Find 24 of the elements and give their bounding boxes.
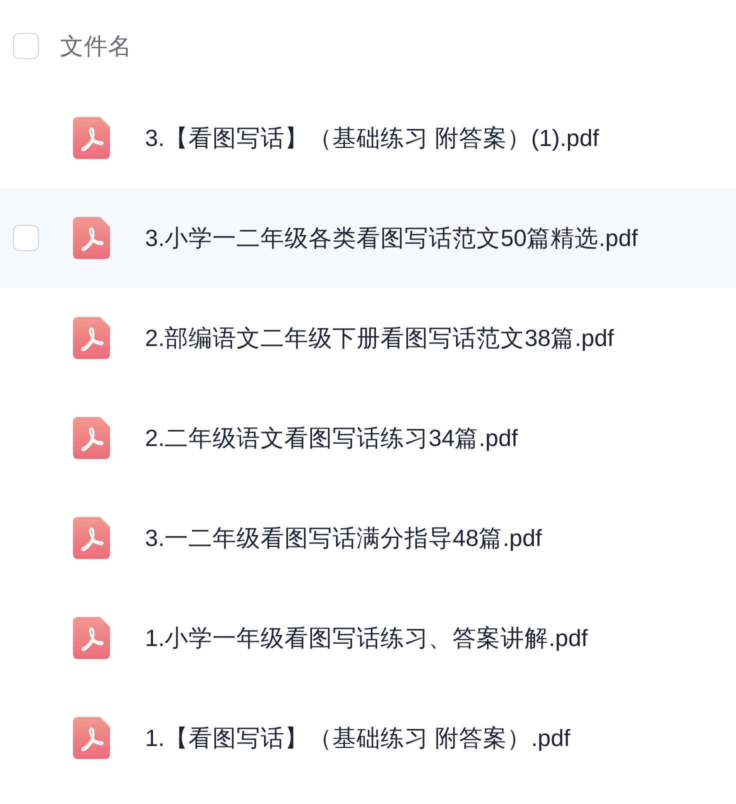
file-name[interactable]: 1.【看图写话】（基础练习 附答案）.pdf <box>145 722 570 754</box>
file-row[interactable]: 1.小学一年级看图写话练习、答案讲解.pdf <box>0 588 736 688</box>
file-row[interactable]: 3.【看图写话】（基础练习 附答案）(1).pdf <box>0 88 736 188</box>
file-row[interactable]: 2.部编语文二年级下册看图写话范文38篇.pdf <box>0 288 736 388</box>
file-row[interactable]: 3.小学一二年级各类看图写话范文50篇精选.pdf <box>0 188 736 288</box>
pdf-file-icon <box>73 117 110 159</box>
file-name[interactable]: 2.二年级语文看图写话练习34篇.pdf <box>145 422 518 454</box>
file-row[interactable]: 2.二年级语文看图写话练习34篇.pdf <box>0 388 736 488</box>
file-name[interactable]: 3.【看图写话】（基础练习 附答案）(1).pdf <box>145 122 600 154</box>
file-row[interactable]: 3.一二年级看图写话满分指导48篇.pdf <box>0 488 736 588</box>
pdf-file-icon <box>73 717 110 759</box>
pdf-file-icon <box>73 417 110 459</box>
file-name[interactable]: 3.一二年级看图写话满分指导48篇.pdf <box>145 522 542 554</box>
pdf-file-icon <box>73 217 110 259</box>
file-row[interactable]: 1.【看图写话】（基础练习 附答案）.pdf <box>0 688 736 788</box>
file-name[interactable]: 3.小学一二年级各类看图写话范文50篇精选.pdf <box>145 222 638 254</box>
pdf-file-icon <box>73 517 110 559</box>
column-header: 文件名 <box>60 32 132 61</box>
select-all-checkbox[interactable] <box>13 33 39 59</box>
pdf-file-icon <box>73 617 110 659</box>
file-name[interactable]: 1.小学一年级看图写话练习、答案讲解.pdf <box>145 622 588 654</box>
pdf-file-icon <box>73 317 110 359</box>
row-checkbox[interactable] <box>13 225 39 251</box>
file-name[interactable]: 2.部编语文二年级下册看图写话范文38篇.pdf <box>145 322 614 354</box>
